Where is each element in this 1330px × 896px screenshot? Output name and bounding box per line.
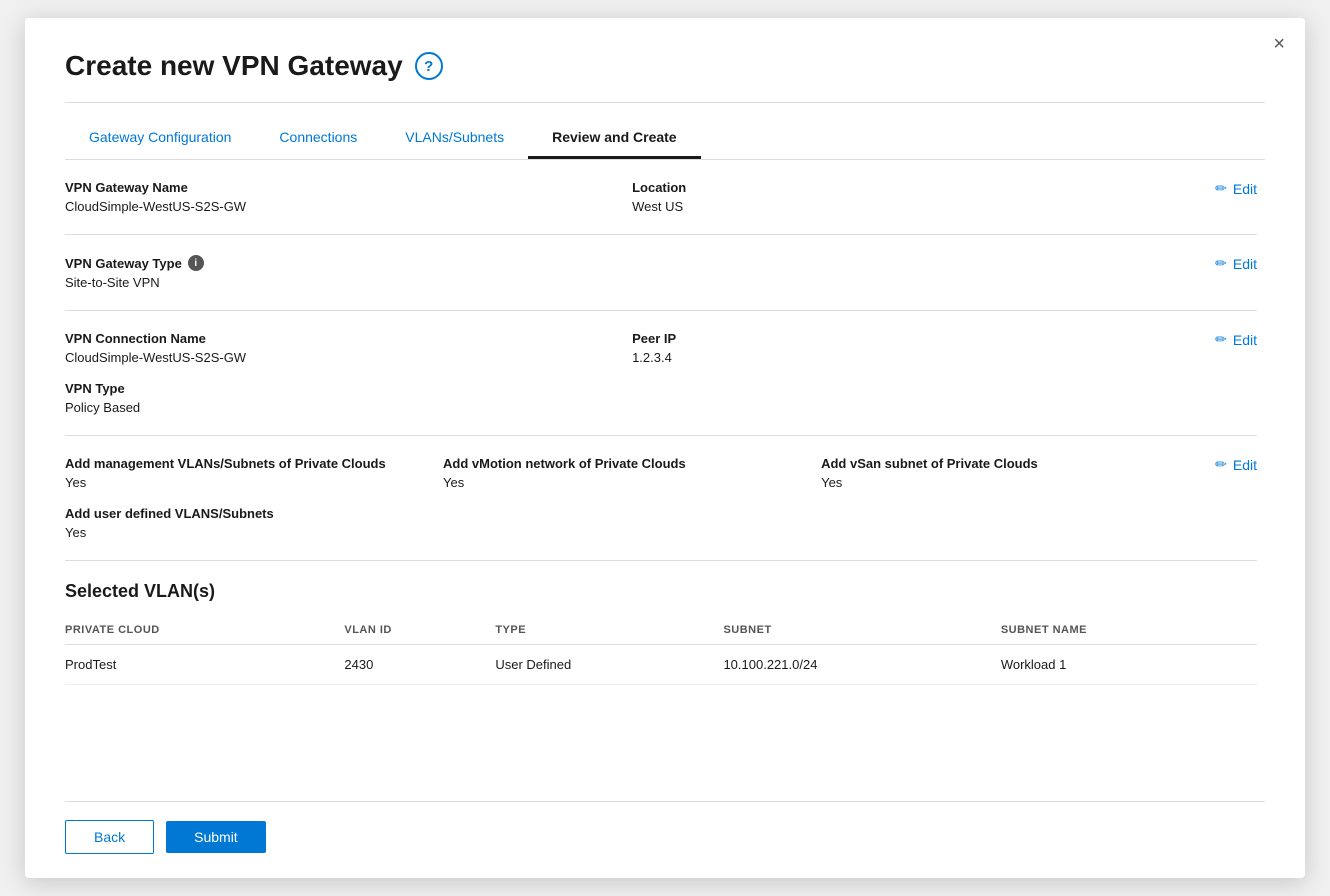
create-vpn-gateway-modal: × Create new VPN Gateway ? Gateway Confi… [25, 18, 1305, 878]
location-label: Location [632, 180, 1199, 195]
connection-row: VPN Connection Name CloudSimple-WestUS-S… [65, 331, 1257, 415]
cell-vlan_id: 2430 [344, 645, 495, 685]
vpn-connection-name-label: VPN Connection Name [65, 331, 632, 346]
gateway-type-fields: VPN Gateway Type i Site-to-Site VPN [65, 255, 1199, 290]
vlan-top-row: Add management VLANs/Subnets of Private … [65, 456, 1199, 490]
edit-pencil-icon-2: ✏ [1215, 255, 1227, 272]
vpn-type-label: VPN Type [65, 381, 1199, 396]
cell-private_cloud: ProdTest [65, 645, 344, 685]
mgmt-vlan-label: Add management VLANs/Subnets of Private … [65, 456, 443, 471]
gateway-name-section: VPN Gateway Name CloudSimple-WestUS-S2S-… [65, 160, 1257, 235]
peer-ip-value: 1.2.3.4 [632, 350, 1199, 365]
peer-ip-label: Peer IP [632, 331, 1199, 346]
vsan-group: Add vSan subnet of Private Clouds Yes [821, 456, 1199, 490]
tab-gateway-configuration[interactable]: Gateway Configuration [65, 119, 255, 159]
location-group: Location West US [632, 180, 1199, 214]
modal-title-text: Create new VPN Gateway [65, 50, 403, 82]
tab-review-and-create[interactable]: Review and Create [528, 119, 701, 159]
col-subnet-name: SUBNET NAME [1001, 618, 1257, 645]
gateway-type-edit-button[interactable]: ✏ Edit [1199, 255, 1257, 272]
connection-edit-button[interactable]: ✏ Edit [1199, 331, 1257, 348]
mgmt-vlan-group: Add management VLANs/Subnets of Private … [65, 456, 443, 490]
vlan-edit-label: Edit [1233, 457, 1257, 473]
content-area: VPN Gateway Name CloudSimple-WestUS-S2S-… [65, 160, 1265, 801]
tab-bar: Gateway Configuration Connections VLANs/… [65, 119, 1265, 159]
edit-pencil-icon-4: ✏ [1215, 456, 1227, 473]
gateway-type-section: VPN Gateway Type i Site-to-Site VPN ✏ Ed… [65, 235, 1257, 311]
vpn-gateway-name-label: VPN Gateway Name [65, 180, 632, 195]
vlan-toggles-section: Add management VLANs/Subnets of Private … [65, 436, 1257, 561]
info-icon[interactable]: i [188, 255, 204, 271]
user-defined-vlan-label: Add user defined VLANS/Subnets [65, 506, 1199, 521]
vlans-table: PRIVATE CLOUD VLAN ID TYPE SUBNET SUBNET… [65, 618, 1257, 685]
vlan-toggles-fields: Add management VLANs/Subnets of Private … [65, 456, 1199, 540]
tab-connections[interactable]: Connections [255, 119, 381, 159]
vlan-edit-button[interactable]: ✏ Edit [1199, 456, 1257, 473]
gateway-type-edit-label: Edit [1233, 256, 1257, 272]
connection-top-row: VPN Connection Name CloudSimple-WestUS-S… [65, 331, 1199, 365]
user-defined-vlan-group: Add user defined VLANS/Subnets Yes [65, 506, 1199, 540]
edit-pencil-icon: ✏ [1215, 180, 1227, 197]
col-type: TYPE [495, 618, 723, 645]
cell-type: User Defined [495, 645, 723, 685]
close-button[interactable]: × [1273, 34, 1285, 54]
vsan-value: Yes [821, 475, 1199, 490]
edit-pencil-icon-3: ✏ [1215, 331, 1227, 348]
vpn-gateway-type-group: VPN Gateway Type i Site-to-Site VPN [65, 255, 1199, 290]
vpn-gateway-type-value: Site-to-Site VPN [65, 275, 1199, 290]
location-value: West US [632, 199, 1199, 214]
connection-section: VPN Connection Name CloudSimple-WestUS-S… [65, 311, 1257, 436]
vpn-type-value: Policy Based [65, 400, 1199, 415]
gateway-name-edit-label: Edit [1233, 181, 1257, 197]
footer: Back Submit [65, 801, 1265, 878]
user-defined-vlan-value: Yes [65, 525, 1199, 540]
vpn-gateway-name-group: VPN Gateway Name CloudSimple-WestUS-S2S-… [65, 180, 632, 214]
mgmt-vlan-value: Yes [65, 475, 443, 490]
gateway-type-row: VPN Gateway Type i Site-to-Site VPN ✏ Ed… [65, 255, 1257, 290]
vpn-connection-name-group: VPN Connection Name CloudSimple-WestUS-S… [65, 331, 632, 365]
vmotion-label: Add vMotion network of Private Clouds [443, 456, 821, 471]
selected-vlans-section: Selected VLAN(s) PRIVATE CLOUD VLAN ID T… [65, 561, 1257, 695]
submit-button[interactable]: Submit [166, 821, 266, 853]
table-header-row: PRIVATE CLOUD VLAN ID TYPE SUBNET SUBNET… [65, 618, 1257, 645]
vsan-label: Add vSan subnet of Private Clouds [821, 456, 1199, 471]
connection-edit-label: Edit [1233, 332, 1257, 348]
vmotion-value: Yes [443, 475, 821, 490]
gateway-name-edit-button[interactable]: ✏ Edit [1199, 180, 1257, 197]
tab-vlans-subnets[interactable]: VLANs/Subnets [381, 119, 528, 159]
cell-subnet: 10.100.221.0/24 [723, 645, 1000, 685]
col-subnet: SUBNET [723, 618, 1000, 645]
vpn-gateway-name-value: CloudSimple-WestUS-S2S-GW [65, 199, 632, 214]
selected-vlans-title: Selected VLAN(s) [65, 581, 1257, 602]
gateway-name-row: VPN Gateway Name CloudSimple-WestUS-S2S-… [65, 180, 1257, 214]
vpn-type-group: VPN Type Policy Based [65, 381, 1199, 415]
col-private-cloud: PRIVATE CLOUD [65, 618, 344, 645]
help-icon[interactable]: ? [415, 52, 443, 80]
col-vlan-id: VLAN ID [344, 618, 495, 645]
vpn-gateway-type-label: VPN Gateway Type i [65, 255, 1199, 271]
vmotion-group: Add vMotion network of Private Clouds Ye… [443, 456, 821, 490]
connection-fields: VPN Connection Name CloudSimple-WestUS-S… [65, 331, 1199, 415]
title-divider [65, 102, 1265, 103]
peer-ip-group: Peer IP 1.2.3.4 [632, 331, 1199, 365]
vpn-connection-name-value: CloudSimple-WestUS-S2S-GW [65, 350, 632, 365]
vlan-toggles-row: Add management VLANs/Subnets of Private … [65, 456, 1257, 540]
cell-subnet_name: Workload 1 [1001, 645, 1257, 685]
back-button[interactable]: Back [65, 820, 154, 854]
modal-title-row: Create new VPN Gateway ? [65, 50, 1265, 82]
table-row: ProdTest2430User Defined10.100.221.0/24W… [65, 645, 1257, 685]
gateway-name-fields: VPN Gateway Name CloudSimple-WestUS-S2S-… [65, 180, 1199, 214]
